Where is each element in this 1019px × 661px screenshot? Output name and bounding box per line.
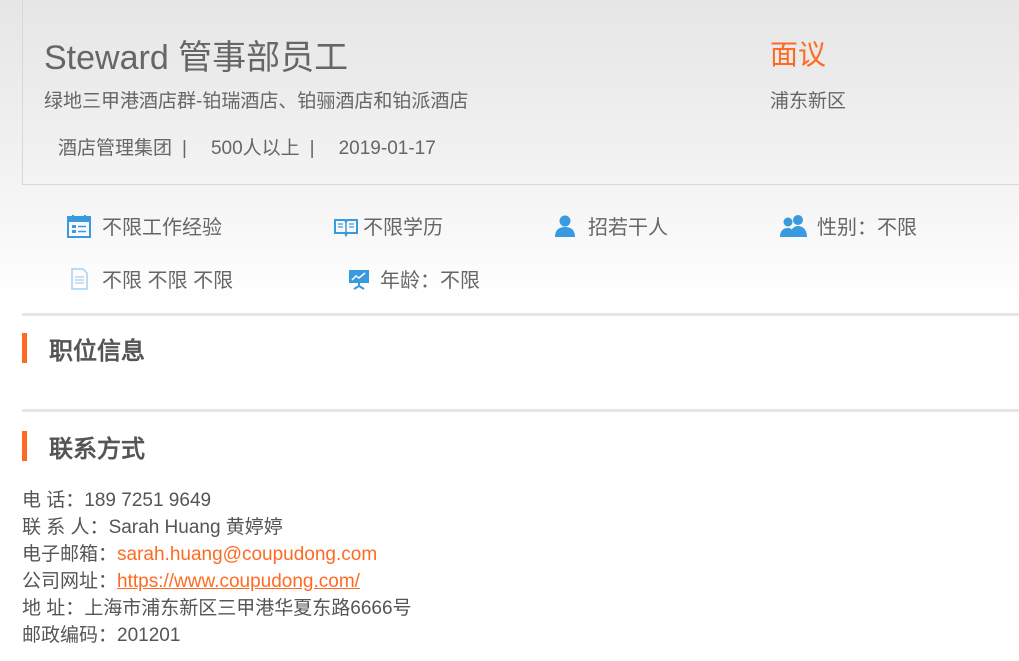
headcount-text: 招若干人 (588, 217, 668, 239)
section-accent-bar (22, 333, 27, 363)
post-date: 2019-01-17 (338, 138, 436, 159)
contact-phone: 电 话：189 7251 9649 (22, 487, 412, 514)
age-text: 年龄：不限 (380, 270, 480, 292)
person-value: Sarah Huang 黄婷婷 (108, 517, 283, 538)
postcode-value: 201201 (117, 625, 181, 646)
meta-separator: | (182, 138, 187, 159)
address-value: 上海市浦东新区三甲港华夏东路6666号 (84, 598, 412, 619)
presentation-icon (346, 266, 372, 292)
company-name[interactable]: 绿地三甲港酒店群-铂瑞酒店、铂骊酒店和铂派酒店 (44, 86, 468, 113)
person-label: 联 系 人： (22, 517, 109, 538)
other-text: 不限 不限 不限 (102, 270, 234, 292)
gender-text: 性别：不限 (817, 217, 917, 239)
job-title: Steward 管事部员工 (44, 39, 349, 77)
section-accent-bar (22, 431, 27, 461)
contact-details: 电 话：189 7251 9649 联 系 人：Sarah Huang 黄婷婷 … (22, 487, 412, 649)
phone-label: 电 话： (22, 490, 85, 511)
req-other: 不限 不限 不限 (66, 264, 233, 293)
section-title-text: 职位信息 (49, 337, 145, 365)
website-label: 公司网址： (22, 571, 118, 592)
section-title-text: 联系方式 (49, 435, 145, 463)
district: 浦东新区 (770, 91, 847, 112)
phone-value: 189 7251 9649 (84, 490, 212, 511)
postcode-label: 邮政编码： (22, 625, 118, 646)
contact-postcode: 邮政编码：201201 (22, 622, 412, 649)
book-icon (333, 213, 359, 239)
website-link[interactable]: https://www.coupudong.com/ (117, 571, 360, 592)
req-headcount: 招若干人 (552, 211, 668, 240)
divider (22, 313, 1019, 316)
req-gender: 性别：不限 (779, 211, 917, 240)
document-icon (66, 266, 92, 292)
calendar-icon (66, 213, 92, 239)
email-link[interactable]: sarah.huang@coupudong.com (117, 544, 377, 565)
person-icon (552, 213, 578, 239)
contact-address: 地 址：上海市浦东新区三甲港华夏东路6666号 (22, 595, 412, 622)
contact-person: 联 系 人：Sarah Huang 黄婷婷 (22, 514, 412, 541)
meta-separator: | (309, 138, 315, 159)
req-experience: 不限工作经验 (66, 211, 222, 240)
industry: 酒店管理集团 (58, 138, 173, 159)
contact-website: 公司网址：https://www.coupudong.com/ (22, 568, 412, 595)
job-meta: 酒店管理集团 | 500人以上 | 2019-01-17 (58, 133, 446, 160)
req-age: 年龄：不限 (346, 264, 480, 293)
divider (22, 409, 1019, 412)
contact-email: 电子邮箱：sarah.huang@coupudong.com (22, 541, 412, 568)
experience-text: 不限工作经验 (102, 217, 222, 239)
email-label: 电子邮箱： (22, 544, 118, 565)
section-contact-info: 联系方式 (22, 430, 145, 463)
address-label: 地 址： (22, 598, 85, 619)
company-size: 500人以上 (210, 138, 300, 159)
salary: 面议 (770, 39, 827, 70)
req-education: 不限学历 (333, 211, 443, 240)
section-position-info: 职位信息 (22, 332, 145, 365)
education-text: 不限学历 (363, 217, 443, 239)
people-icon (779, 213, 809, 239)
